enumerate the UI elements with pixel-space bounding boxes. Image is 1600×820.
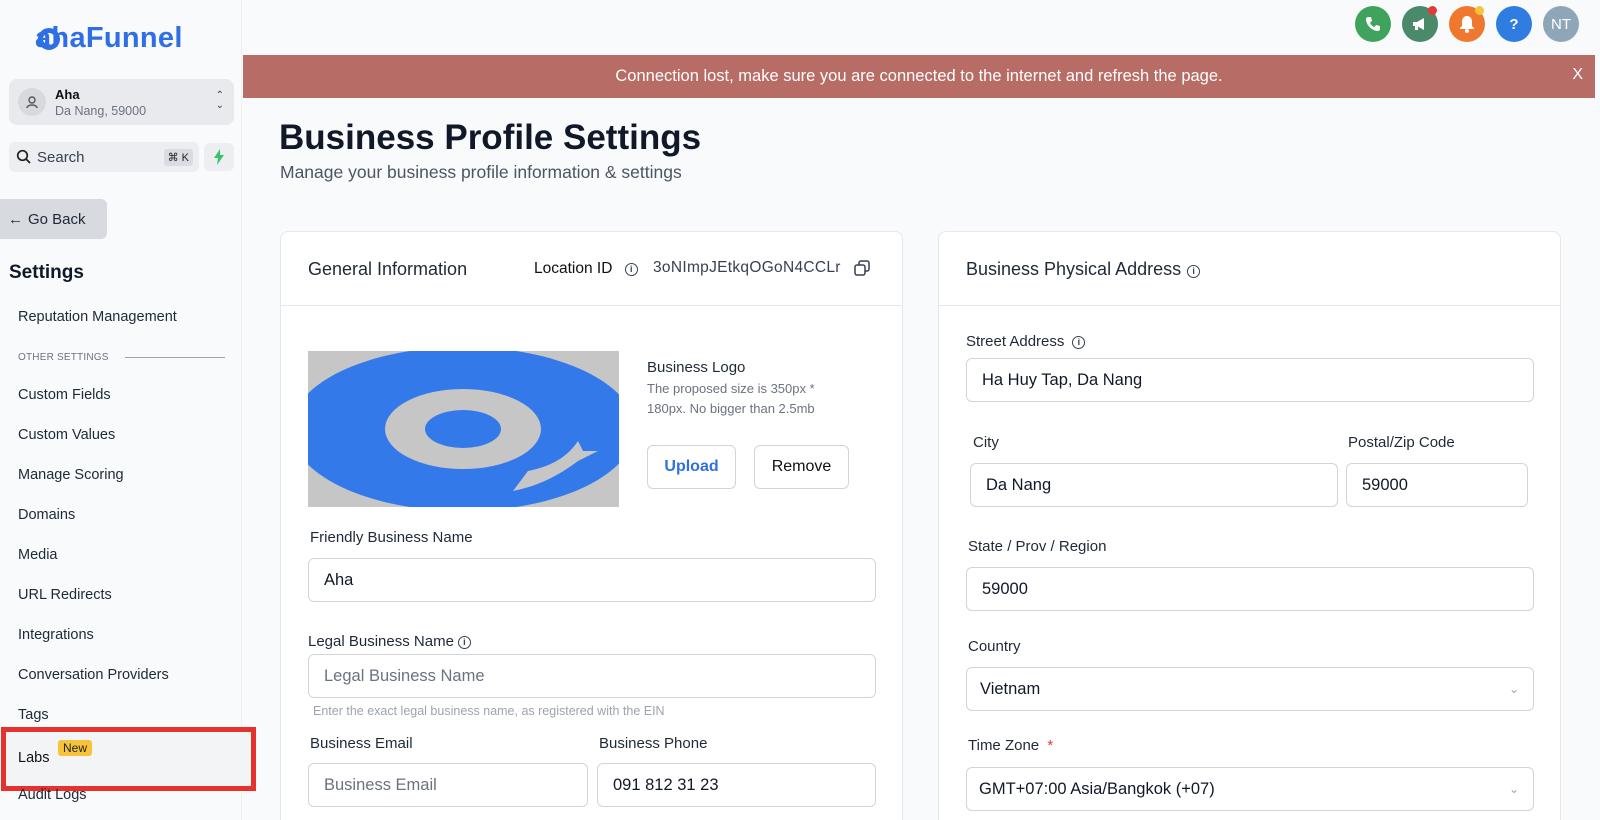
country-select[interactable]: Vietnam ⌄	[966, 667, 1534, 711]
search-placeholder: Search	[37, 148, 85, 166]
close-banner-button[interactable]: X	[1572, 66, 1583, 84]
country-label: Country	[968, 638, 1021, 655]
sidebar-item-custom-values[interactable]: Custom Values	[18, 427, 115, 443]
account-name: Aha	[55, 86, 80, 102]
sidebar-item-manage-scoring[interactable]: Manage Scoring	[18, 467, 124, 483]
page-title: Business Profile Settings	[279, 118, 702, 157]
account-switcher[interactable]: Aha Da Nang, 59000 ⌃ ⌄	[9, 79, 234, 125]
logo-mark-icon	[38, 28, 60, 50]
sidebar-item-integrations[interactable]: Integrations	[18, 627, 94, 643]
chevron-updown-icon: ⌃ ⌄	[215, 90, 224, 111]
sidebar-item-custom-fields[interactable]: Custom Fields	[18, 387, 111, 403]
brand-logo[interactable]: ahaFunnel	[35, 18, 183, 58]
friendly-name-input[interactable]: Aha	[308, 558, 876, 602]
bell-icon	[1460, 16, 1474, 33]
account-location: Da Nang, 59000	[55, 103, 147, 118]
announcements-button[interactable]	[1402, 6, 1438, 42]
city-label: City	[973, 434, 999, 451]
info-icon: i	[1187, 265, 1201, 278]
business-logo-image	[308, 351, 619, 507]
city-input[interactable]: Da Nang	[970, 463, 1338, 507]
card-header: Business Physical Address i	[939, 232, 1560, 306]
remove-button[interactable]: Remove	[754, 445, 849, 489]
quick-action-button[interactable]	[204, 143, 234, 171]
banner-message: Connection lost, make sure you are conne…	[615, 67, 1223, 85]
search-input[interactable]: Search ⌘ K	[9, 142, 199, 172]
sidebar-item-tags[interactable]: Tags	[18, 707, 49, 723]
state-label: State / Prov / Region	[968, 538, 1107, 555]
megaphone-icon	[1413, 18, 1424, 30]
logo-graphic	[308, 351, 619, 507]
zip-input[interactable]: 59000	[1346, 463, 1528, 507]
page-subtitle: Manage your business profile information…	[280, 162, 682, 182]
sidebar-item-audit-logs[interactable]: Audit Logs	[18, 787, 87, 803]
sidebar-item-url-redirects[interactable]: URL Redirects	[18, 587, 112, 603]
connection-banner: Connection lost, make sure you are conne…	[243, 55, 1595, 98]
street-input[interactable]: Ha Huy Tap, Da Nang	[966, 358, 1534, 402]
business-address-card: Business Physical Address i Street Addres…	[938, 231, 1561, 820]
info-icon: i	[1072, 336, 1086, 349]
sidebar-item-conversation-providers[interactable]: Conversation Providers	[18, 667, 169, 683]
legal-name-input[interactable]: Legal Business Name	[308, 654, 876, 698]
logo-hint: 180px. No bigger than 2.5mb	[647, 401, 815, 416]
location-id-value: 3oNImpJEtkqOGoN4CCLr	[653, 259, 841, 276]
legal-name-help: Enter the exact legal business name, as …	[313, 704, 665, 718]
notification-dot	[1428, 6, 1437, 15]
location-id-label: Location ID i	[534, 260, 638, 278]
avatar-initials: NT	[1551, 15, 1571, 33]
zip-label: Postal/Zip Code	[1348, 434, 1455, 451]
divider	[125, 357, 225, 358]
info-icon: i	[457, 636, 471, 649]
legal-name-label: Legal Business Name i	[308, 633, 471, 650]
card-header: General Information Location ID i 3oNImp…	[281, 232, 902, 306]
timezone-label: Time Zone *	[968, 737, 1054, 754]
timezone-value: GMT+07:00 Asia/Bangkok (+07)	[979, 779, 1215, 798]
arrow-left-icon: ←	[8, 210, 23, 228]
email-label: Business Email	[310, 735, 413, 752]
sidebar-item-domains[interactable]: Domains	[18, 507, 75, 523]
chevron-down-icon: ⌄	[1508, 782, 1519, 796]
card-title: Business Physical Address i	[966, 259, 1201, 280]
email-input[interactable]: Business Email	[308, 763, 588, 807]
phone-input[interactable]: 091 812 31 23	[597, 763, 876, 807]
sidebar-item-media[interactable]: Media	[18, 547, 58, 563]
search-shortcut: ⌘ K	[163, 148, 193, 166]
state-input[interactable]: 59000	[966, 567, 1534, 611]
location-icon	[18, 88, 46, 116]
section-label: OTHER SETTINGS	[18, 352, 109, 363]
chevron-down-icon: ⌄	[1508, 682, 1519, 696]
logo-hint: The proposed size is 350px *	[647, 381, 815, 396]
user-avatar[interactable]: NT	[1543, 6, 1579, 42]
friendly-name-label: Friendly Business Name	[310, 529, 473, 546]
notifications-button[interactable]	[1449, 6, 1485, 42]
go-back-button[interactable]: ← Go Back	[0, 199, 107, 239]
street-label: Street Address i	[966, 333, 1086, 350]
timezone-select[interactable]: GMT+07:00 Asia/Bangkok (+07) ⌄	[966, 767, 1534, 811]
phone-icon	[1366, 17, 1380, 31]
sidebar: ahaFunnel Aha Da Nang, 59000 ⌃ ⌄ Search ⌘…	[0, 0, 256, 820]
new-badge: New	[58, 740, 93, 756]
upload-button[interactable]: Upload	[647, 445, 736, 489]
go-back-label: Go Back	[28, 210, 86, 228]
copy-icon[interactable]	[854, 260, 870, 276]
settings-title: Settings	[9, 262, 84, 283]
lightning-icon	[214, 149, 224, 165]
search-icon	[16, 149, 31, 164]
help-button[interactable]: ?	[1496, 6, 1532, 42]
sidebar-item-reputation[interactable]: Reputation Management	[18, 309, 177, 325]
question-icon: ?	[1509, 15, 1519, 33]
labs-label: Labs	[18, 750, 50, 766]
country-value: Vietnam	[980, 679, 1041, 698]
info-icon: i	[624, 263, 638, 276]
business-logo-label: Business Logo	[647, 359, 746, 376]
phone-button[interactable]	[1355, 6, 1391, 42]
general-information-card: General Information Location ID i 3oNImp…	[280, 231, 903, 820]
card-title: General Information	[308, 259, 468, 279]
notification-dot	[1475, 6, 1484, 15]
phone-label: Business Phone	[599, 735, 708, 752]
